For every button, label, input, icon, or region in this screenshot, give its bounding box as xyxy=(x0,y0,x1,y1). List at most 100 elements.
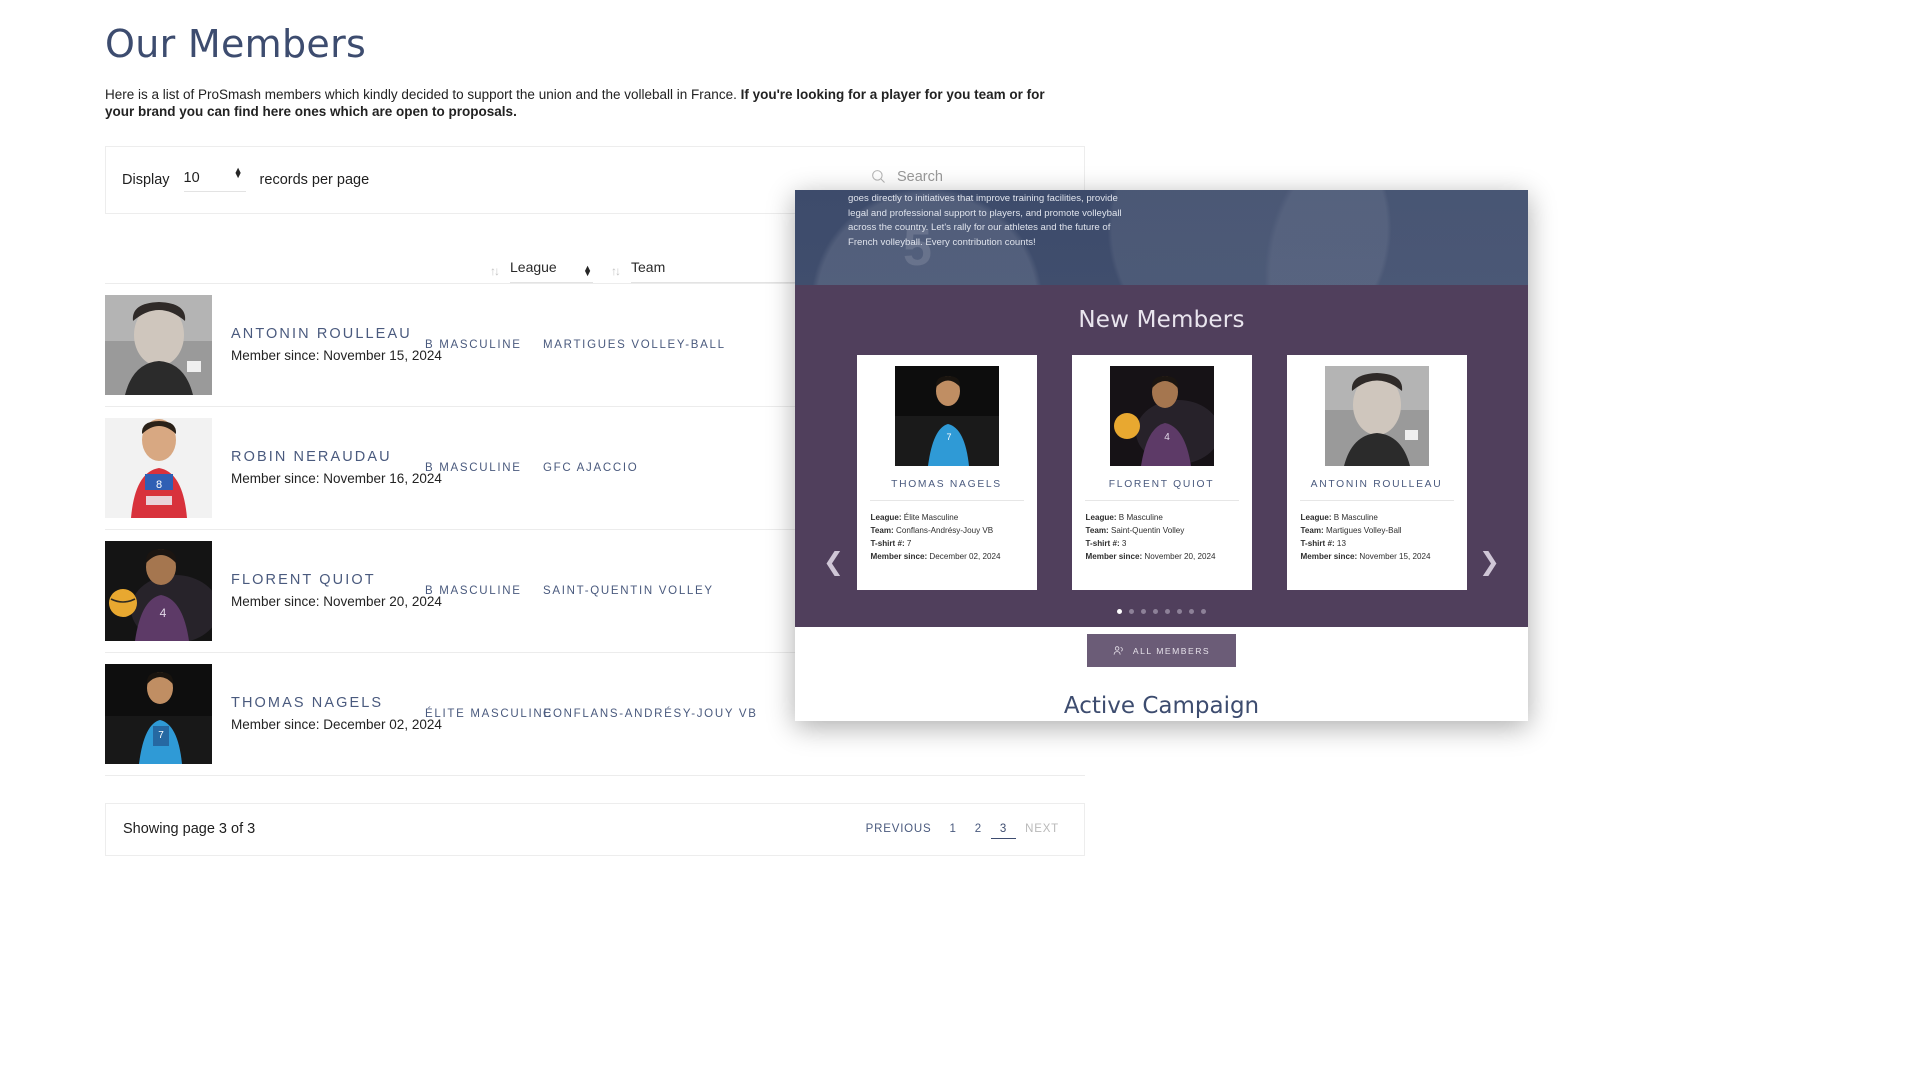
pagination-page-1[interactable]: 1 xyxy=(941,820,966,838)
card-tshirt-value: 7 xyxy=(904,539,912,549)
svg-text:4: 4 xyxy=(160,606,167,620)
carousel-dot[interactable] xyxy=(1141,609,1146,614)
carousel-dot[interactable] xyxy=(1117,609,1122,614)
card-league-row: League: B Masculine xyxy=(1086,511,1241,524)
search-icon xyxy=(872,170,885,183)
intro-plain-text: Here is a list of ProSmash members which… xyxy=(105,87,741,102)
records-per-page-suffix: records per page xyxy=(259,171,370,188)
carousel-dot[interactable] xyxy=(1129,609,1134,614)
member-team: SAINT-QUENTIN VOLLEY xyxy=(543,584,714,597)
league-chevron-icon: ▲ ▼ xyxy=(583,262,592,278)
card-league-value: B Masculine xyxy=(1116,513,1163,522)
card-team-row: Team: Martigues Volley-Ball xyxy=(1301,524,1456,537)
member-league: B MASCULINE xyxy=(425,338,522,351)
svg-text:7: 7 xyxy=(946,432,951,442)
card-tshirt-row: T-shirt #: 3 xyxy=(1086,537,1241,550)
search-input[interactable] xyxy=(897,168,1057,185)
member-name: ANTONIN ROULLEAU xyxy=(231,326,412,343)
member-team: MARTIGUES VOLLEY-BALL xyxy=(543,338,726,351)
carousel-dot[interactable] xyxy=(1189,609,1194,614)
member-name-block: ROBIN NERAUDAU Member since: November 16… xyxy=(231,449,442,487)
member-card-name: ANTONIN ROULLEAU xyxy=(1310,479,1443,490)
card-tshirt-value: 13 xyxy=(1334,539,1346,549)
member-card-meta: League: B Masculine Team: Saint-Quentin … xyxy=(1083,511,1241,563)
member-card-photo: 4 xyxy=(1109,366,1214,466)
member-card[interactable]: 7 THOMAS NAGELS League: Élite Masculine … xyxy=(856,355,1037,590)
svg-text:4: 4 xyxy=(1164,432,1170,443)
card-tshirt-label: T-shirt #: xyxy=(1300,539,1335,549)
pagination-next[interactable]: NEXT xyxy=(1016,820,1068,838)
sort-team-icon[interactable]: ↑↓ xyxy=(611,264,621,278)
card-team-value: Conflans-Andrésy-Jouy VB xyxy=(893,526,994,536)
league-filter-select[interactable]: League ▲ ▼ xyxy=(510,259,593,283)
chevron-right-icon[interactable]: ❯ xyxy=(1479,547,1500,577)
card-team-row: Team: Saint-Quentin Volley xyxy=(1086,524,1241,537)
card-since-value: November 20, 2024 xyxy=(1142,552,1216,562)
screen-root: Our Members Here is a list of ProSmash m… xyxy=(0,0,1920,1080)
member-photo: 7 xyxy=(105,663,212,764)
member-since: Member since: December 02, 2024 xyxy=(231,717,442,733)
member-card-name: FLORENT QUIOT xyxy=(1108,479,1215,490)
carousel-dot[interactable] xyxy=(1177,609,1182,614)
member-name: THOMAS NAGELS xyxy=(231,695,384,712)
pagination-previous[interactable]: PREVIOUS xyxy=(857,820,941,838)
member-card-photo xyxy=(1324,366,1429,466)
sort-league-icon[interactable]: ↑↓ xyxy=(490,264,500,278)
member-league: B MASCULINE xyxy=(425,584,522,597)
card-tshirt-row: T-shirt #: 7 xyxy=(871,537,1026,550)
card-divider xyxy=(869,500,1024,501)
member-card-meta: League: B Masculine Team: Martigues Voll… xyxy=(1298,511,1456,563)
overlay-window[interactable]: 5 goes directly to initiatives that impr… xyxy=(795,190,1528,721)
svg-text:7: 7 xyxy=(158,730,164,741)
card-since-label: Member since: xyxy=(870,552,928,562)
card-league-label: League: xyxy=(1300,513,1332,522)
carousel-dot[interactable] xyxy=(1201,609,1206,614)
member-name: ROBIN NERAUDAU xyxy=(231,449,392,466)
card-since-label: Member since: xyxy=(1300,552,1358,562)
card-team-label: Team: xyxy=(1085,526,1109,536)
card-since-label: Member since: xyxy=(1085,552,1143,562)
member-photo: 8 xyxy=(105,417,212,518)
all-members-button[interactable]: ALL MEMBERS xyxy=(1086,634,1237,667)
pagination-controls: PREVIOUS 1 2 3 NEXT xyxy=(857,820,1068,839)
display-label: Display xyxy=(122,171,170,188)
chevron-left-icon[interactable]: ❮ xyxy=(823,547,844,577)
active-campaign-title: Active Campaign xyxy=(1063,693,1260,719)
card-league-label: League: xyxy=(870,513,902,522)
member-name: FLORENT QUIOT xyxy=(231,572,376,589)
member-league: B MASCULINE xyxy=(425,461,522,474)
member-since: Member since: November 15, 2024 xyxy=(231,348,442,364)
member-since: Member since: November 16, 2024 xyxy=(231,471,442,487)
card-tshirt-row: T-shirt #: 13 xyxy=(1301,537,1456,550)
card-divider xyxy=(1084,500,1239,501)
card-divider xyxy=(1299,500,1454,501)
all-members-button-label: ALL MEMBERS xyxy=(1132,645,1211,656)
card-team-label: Team: xyxy=(1300,526,1324,536)
search-field-wrap xyxy=(871,168,1071,192)
card-league-row: League: B Masculine xyxy=(1301,511,1456,524)
carousel-dot[interactable] xyxy=(1165,609,1170,614)
card-league-label: League: xyxy=(1085,513,1117,522)
page-intro: Here is a list of ProSmash members which… xyxy=(105,86,1065,121)
member-card[interactable]: 4 FLORENT QUIOT League: B Masculine Team… xyxy=(1071,355,1252,590)
member-team: CONFLANS-ANDRÉSY-JOUY VB xyxy=(543,707,758,720)
carousel-dot[interactable] xyxy=(1153,609,1158,614)
member-since: Member since: November 20, 2024 xyxy=(231,594,442,610)
card-tshirt-label: T-shirt #: xyxy=(870,539,905,549)
card-since-value: December 02, 2024 xyxy=(927,552,1001,562)
card-since-row: Member since: November 15, 2024 xyxy=(1301,550,1456,563)
records-per-page-value: 10 xyxy=(183,169,200,186)
card-team-label: Team: xyxy=(870,526,894,536)
member-card[interactable]: ANTONIN ROULLEAU League: B Masculine Tea… xyxy=(1286,355,1467,590)
pagination-page-2[interactable]: 2 xyxy=(966,820,991,838)
card-since-row: Member since: November 20, 2024 xyxy=(1086,550,1241,563)
card-league-row: League: Élite Masculine xyxy=(871,511,1026,524)
new-members-carousel: 7 THOMAS NAGELS League: Élite Masculine … xyxy=(795,355,1528,590)
member-card-meta: League: Élite Masculine Team: Conflans-A… xyxy=(868,511,1026,563)
member-name-block: THOMAS NAGELS Member since: December 02,… xyxy=(231,695,442,733)
card-team-value: Martigues Volley-Ball xyxy=(1323,526,1402,536)
people-icon xyxy=(1113,646,1123,655)
card-since-value: November 15, 2024 xyxy=(1357,552,1431,562)
pagination-page-3[interactable]: 3 xyxy=(990,820,1017,839)
records-per-page-select[interactable]: 10 ▲ ▼ xyxy=(183,165,246,192)
